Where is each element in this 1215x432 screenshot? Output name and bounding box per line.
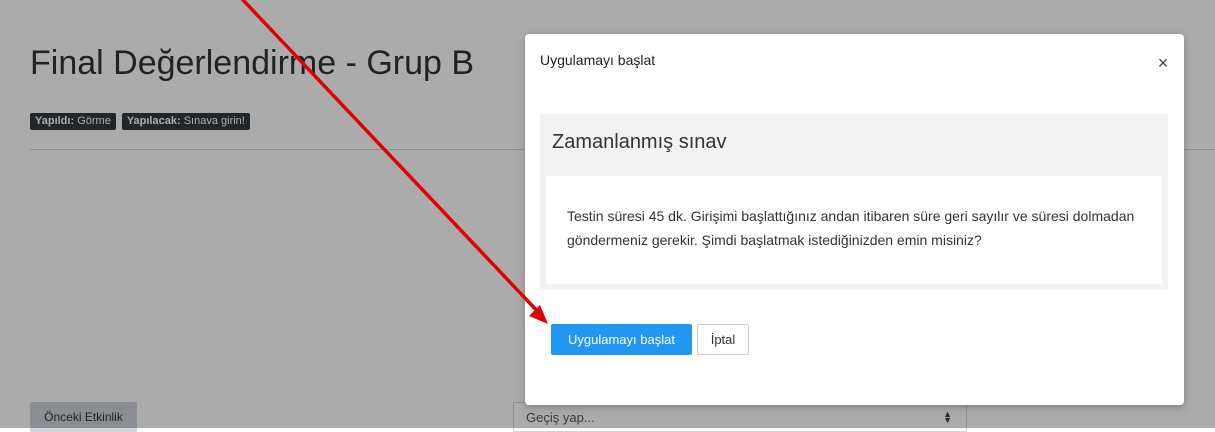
start-attempt-button[interactable]: Uygulamayı başlat xyxy=(551,324,692,355)
cancel-button[interactable]: İptal xyxy=(697,324,749,355)
close-icon[interactable]: × xyxy=(1154,54,1172,72)
timed-quiz-card: Zamanlanmış sınav Testin süresi 45 dk. G… xyxy=(540,114,1168,290)
start-attempt-dialog: Uygulamayı başlat × Zamanlanmış sınav Te… xyxy=(525,34,1184,405)
timed-quiz-text: Testin süresi 45 dk. Girişimi başlattığı… xyxy=(567,208,1135,248)
timed-quiz-heading: Zamanlanmış sınav xyxy=(552,131,727,153)
dialog-title: Uygulamayı başlat xyxy=(540,52,656,68)
timed-quiz-body: Testin süresi 45 dk. Girişimi başlattığı… xyxy=(546,176,1162,284)
